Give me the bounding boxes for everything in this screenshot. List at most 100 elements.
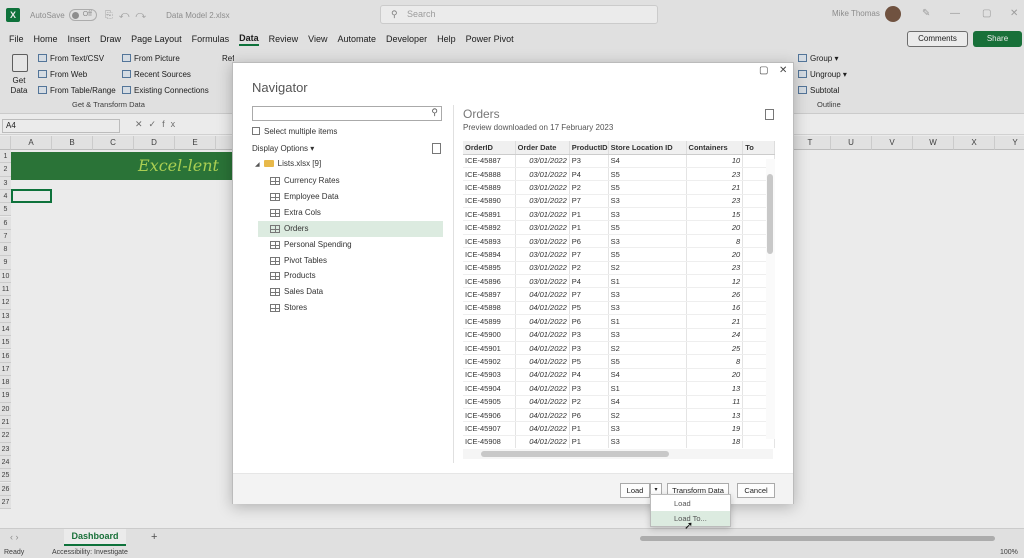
table-row: ICE-45893 03/01/2022 P6 S3 8 [463, 234, 775, 249]
column-header[interactable]: Order Date [515, 141, 570, 155]
table-cell: S5 [608, 180, 687, 195]
table-row: ICE-45902 04/01/2022 P5 S5 8 [463, 354, 775, 369]
table-cell: P6 [569, 234, 609, 249]
table-cell: P4 [569, 274, 609, 289]
tree-item-orders[interactable]: Orders [258, 220, 443, 237]
tree-item-pivot-tables[interactable]: Pivot Tables [258, 253, 443, 269]
dialog-close-icon[interactable]: ✕ [779, 65, 787, 76]
table-cell: S4 [608, 154, 687, 168]
tree-item-sales-data[interactable]: Sales Data [258, 284, 443, 300]
table-cell: 03/01/2022 [515, 180, 570, 195]
table-cell: ICE-45893 [463, 234, 516, 249]
workbook-label: Lists.xlsx [9] [277, 159, 322, 168]
table-cell: ICE-45904 [463, 381, 516, 396]
table-icon [270, 224, 280, 233]
tree-item-products[interactable]: Products [258, 268, 443, 284]
table-cell: 11 [686, 395, 744, 409]
tree-item-personal-spending[interactable]: Personal Spending [258, 237, 443, 253]
table-cell: 04/01/2022 [515, 381, 570, 396]
select-multiple-checkbox[interactable]: Select multiple items [252, 127, 337, 136]
table-row: ICE-45903 04/01/2022 P4 S4 20 [463, 368, 775, 383]
table-cell: 20 [686, 247, 744, 262]
table-cell: ICE-45897 [463, 287, 516, 302]
table-cell: 8 [686, 234, 744, 249]
table-cell: P3 [569, 341, 609, 356]
tree-item-employee-data[interactable]: Employee Data [258, 189, 443, 205]
display-options-dropdown[interactable]: Display Options ▾ [252, 144, 314, 153]
preview-refresh-icon[interactable] [765, 109, 774, 120]
vertical-scrollbar[interactable] [766, 159, 775, 439]
maximize-icon[interactable]: ▢ [759, 65, 768, 76]
table-cell: 20 [686, 368, 744, 383]
table-icon [270, 208, 280, 217]
table-icon [270, 304, 280, 313]
table-cell: 04/01/2022 [515, 328, 570, 342]
column-header[interactable]: To [742, 141, 775, 155]
tree-item-label: Extra Cols [284, 207, 321, 217]
table-cell: S1 [608, 314, 687, 329]
table-cell: 19 [686, 421, 744, 436]
load-button[interactable]: Load [620, 483, 650, 498]
table-cell: S3 [608, 435, 687, 448]
column-header[interactable]: Store Location ID [608, 141, 687, 155]
tree-item-label: Sales Data [284, 287, 324, 297]
table-cell: S1 [608, 274, 687, 289]
table-row: ICE-45898 04/01/2022 P5 S3 16 [463, 301, 775, 316]
table-cell: P2 [569, 261, 609, 276]
table-cell: S4 [608, 368, 687, 383]
table-row: ICE-45889 03/01/2022 P2 S5 21 [463, 180, 775, 195]
column-header[interactable]: Containers [686, 141, 744, 155]
table-cell: 03/01/2022 [515, 274, 570, 289]
navigator-title: Navigator [252, 80, 308, 95]
table-cell: ICE-45895 [463, 261, 516, 276]
table-cell: S1 [608, 381, 687, 396]
table-cell: 26 [686, 287, 744, 302]
menu-item-load[interactable]: Load [651, 496, 730, 511]
table-row: ICE-45905 04/01/2022 P2 S4 11 [463, 395, 775, 409]
table-cell: P6 [569, 408, 609, 423]
table-cell: P3 [569, 381, 609, 396]
select-multiple-label: Select multiple items [264, 127, 338, 136]
table-cell: 04/01/2022 [515, 314, 570, 329]
table-cell: S3 [608, 301, 687, 316]
tree-item-extra-cols[interactable]: Extra Cols [258, 205, 443, 221]
preview-horizontal-scrollbar[interactable] [463, 449, 773, 459]
table-cell: S2 [608, 408, 687, 423]
table-cell: ICE-45888 [463, 167, 516, 182]
cancel-button[interactable]: Cancel [737, 483, 775, 498]
table-cell: P1 [569, 207, 609, 222]
refresh-icon[interactable] [432, 143, 441, 154]
scroll-thumb[interactable] [767, 174, 773, 254]
table-row: ICE-45907 04/01/2022 P1 S3 19 [463, 421, 775, 436]
table-row: ICE-45904 04/01/2022 P3 S1 13 [463, 381, 775, 396]
collapse-icon[interactable]: ◢ [255, 162, 260, 168]
table-cell: P2 [569, 180, 609, 195]
tree-item-stores[interactable]: Stores [258, 300, 443, 316]
table-cell: 03/01/2022 [515, 247, 570, 262]
tree-item-currency-rates[interactable]: Currency Rates [258, 173, 443, 189]
table-cell: 03/01/2022 [515, 261, 570, 276]
table-cell: 03/01/2022 [515, 207, 570, 222]
table-cell: ICE-45896 [463, 274, 516, 289]
table-cell: P4 [569, 167, 609, 182]
table-cell: ICE-45905 [463, 395, 516, 409]
table-cell: P4 [569, 368, 609, 383]
preview-table: OrderID Order Date ProductID Store Location… [463, 141, 775, 448]
table-cell: ICE-45891 [463, 207, 516, 222]
table-cell: P7 [569, 247, 609, 262]
scroll-thumb-h[interactable] [481, 451, 669, 457]
table-cell: S3 [608, 421, 687, 436]
column-header[interactable]: ProductID [569, 141, 609, 155]
table-cell: ICE-45903 [463, 368, 516, 383]
table-cell: 03/01/2022 [515, 167, 570, 182]
table-cell: ICE-45898 [463, 301, 516, 316]
table-cell: P5 [569, 354, 609, 369]
table-cell: ICE-45890 [463, 194, 516, 209]
navigator-search-input[interactable]: ⚲ [252, 106, 442, 121]
workbook-node[interactable]: ◢ Lists.xlsx [9] [255, 159, 321, 168]
column-header[interactable]: OrderID [463, 141, 516, 155]
table-row: ICE-45887 03/01/2022 P3 S4 10 [463, 154, 775, 168]
table-cell: 23 [686, 194, 744, 209]
table-cell: 21 [686, 180, 744, 195]
table-cell: 03/01/2022 [515, 154, 570, 168]
